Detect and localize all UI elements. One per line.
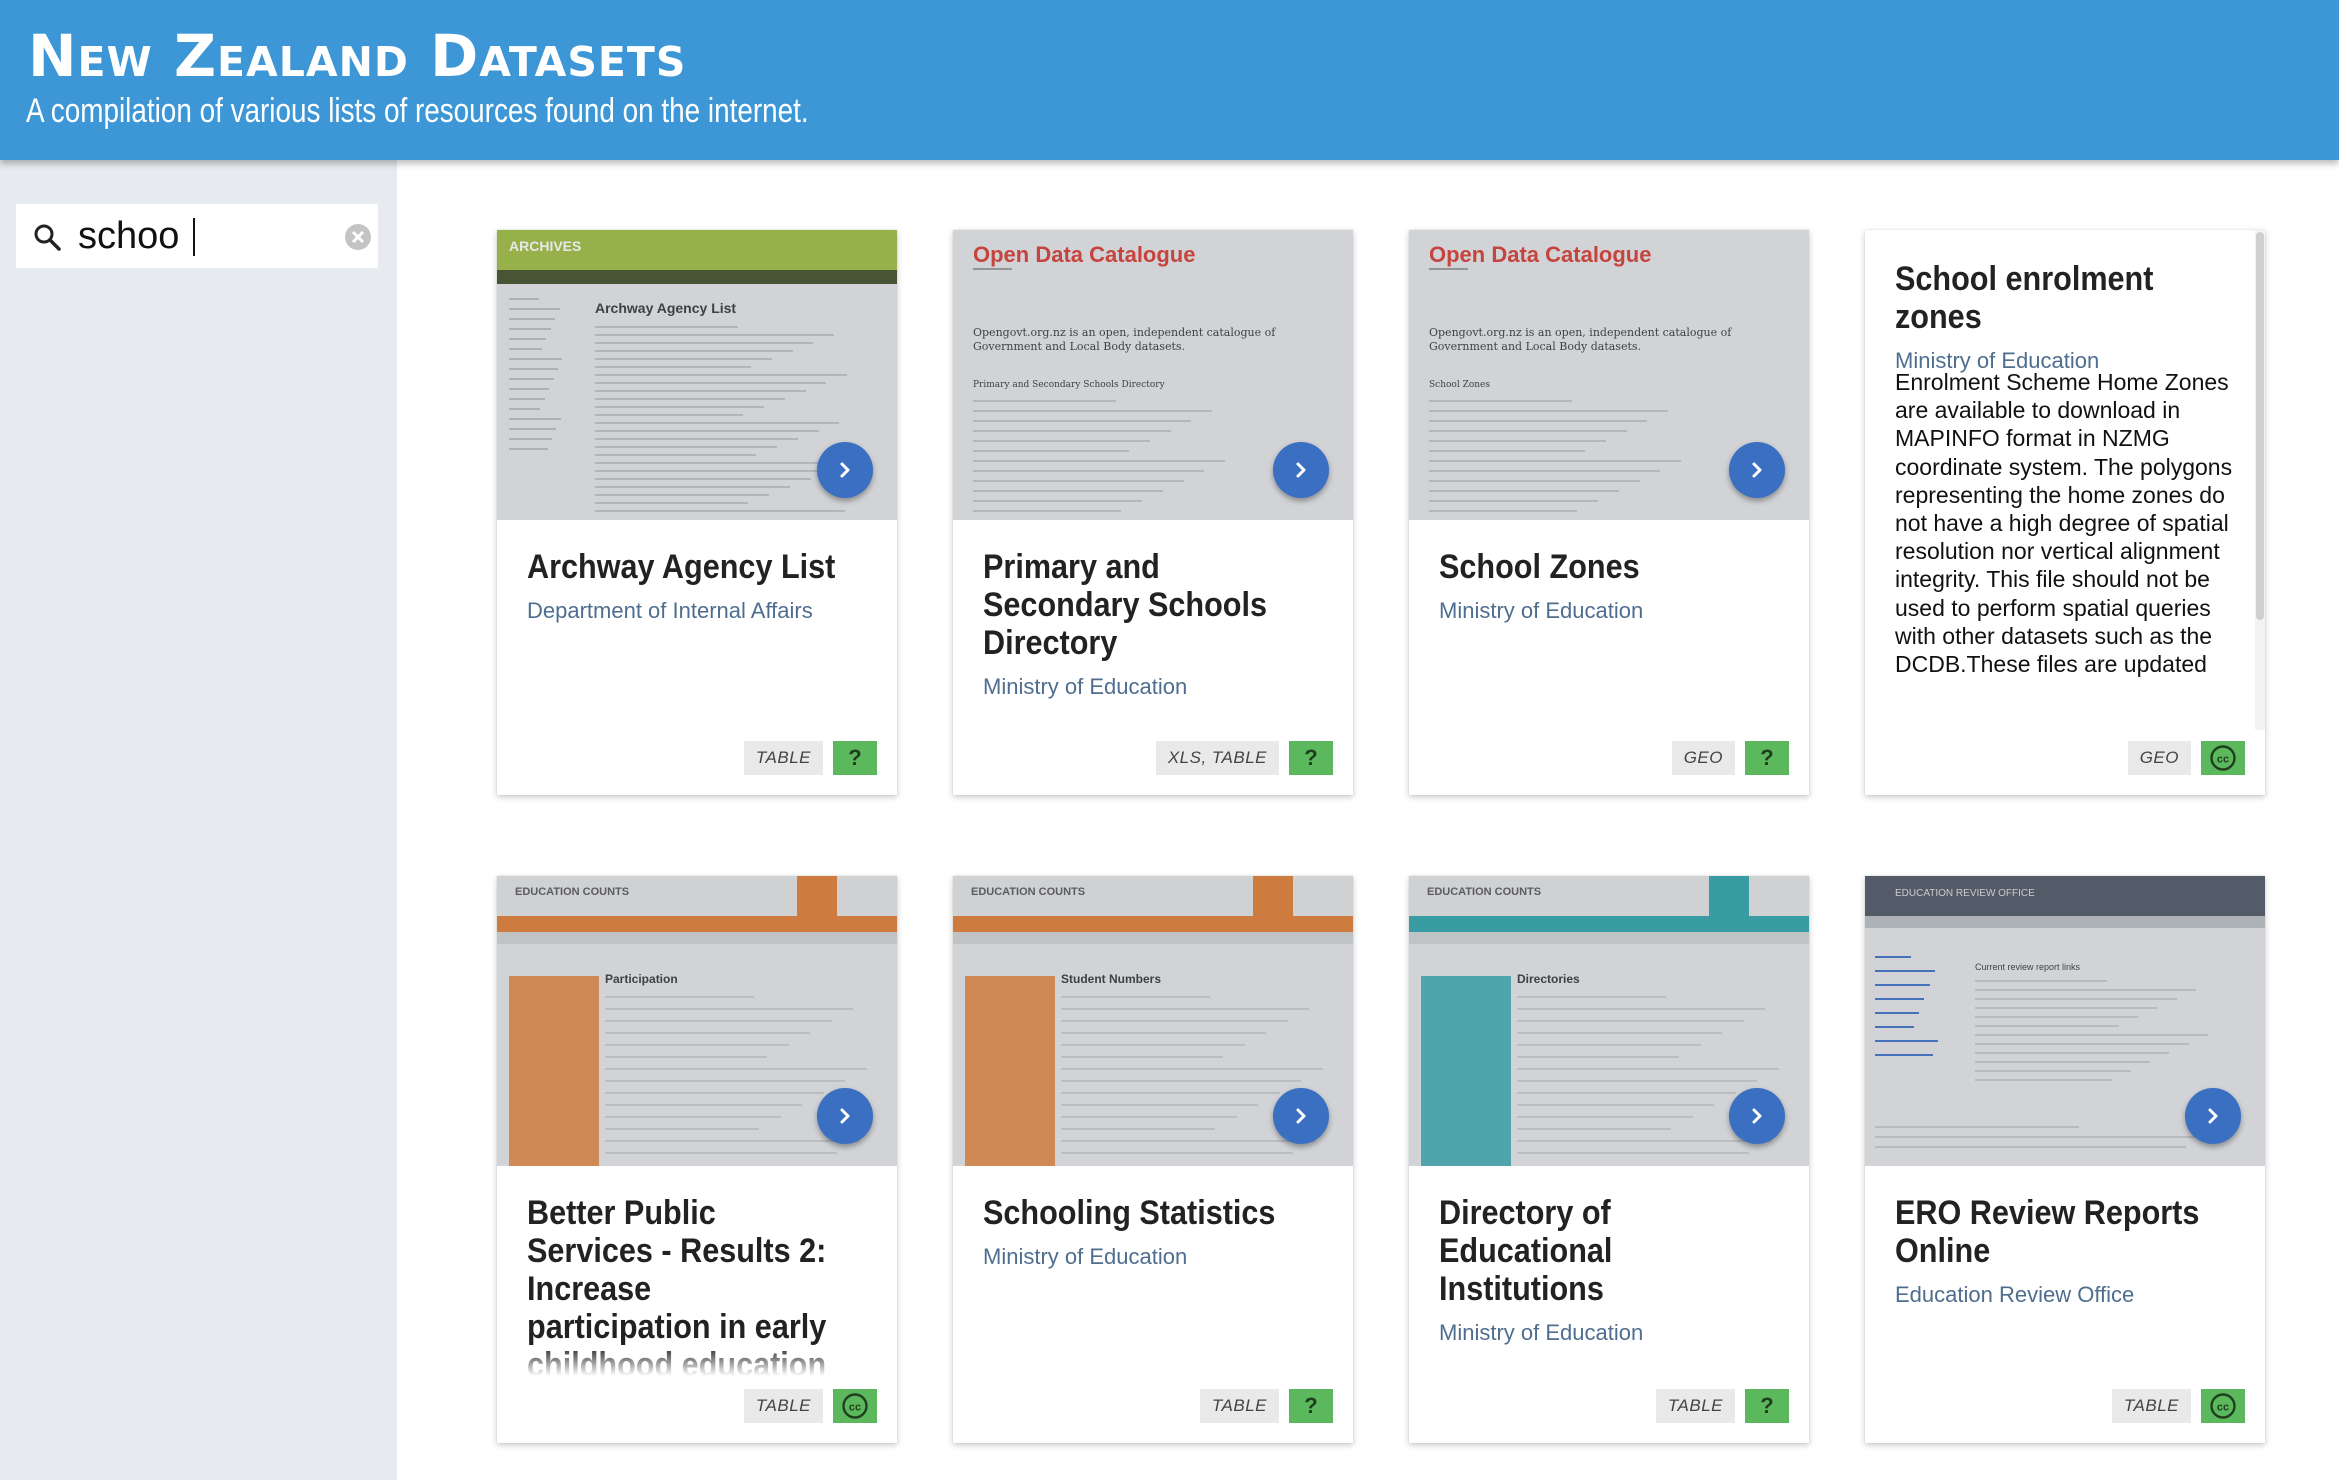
clear-search-icon[interactable] [344,223,372,251]
dataset-tags: GEO cc [2127,741,2245,775]
svg-text:cc: cc [2217,1402,2229,1414]
chevron-right-icon [1752,462,1762,478]
dataset-grid: ARCHIVES Archway Agency List Archway Age… [397,160,2339,1480]
dataset-tags: XLS, TABLE? [1155,741,1333,775]
search-icon [34,224,61,251]
format-badge[interactable]: TABLE [2111,1389,2191,1423]
open-dataset-button[interactable] [1729,442,1785,498]
format-badge[interactable]: TABLE [1655,1389,1735,1423]
dataset-card[interactable]: EDUCATION COUNTS Participation Better Pu… [497,876,897,1443]
format-badge[interactable]: TABLE [1199,1389,1279,1423]
dataset-title[interactable]: School enrolment zones [1895,260,2206,336]
svg-text:cc: cc [849,1402,861,1414]
search-input[interactable] [78,212,328,260]
open-dataset-button[interactable] [1273,442,1329,498]
format-badge[interactable]: XLS, TABLE [1155,741,1279,775]
dataset-source: Ministry of Education [983,1244,1188,1269]
dataset-card[interactable]: EDUCATION COUNTS Student Numbers Schooli… [953,876,1353,1443]
format-badge[interactable]: GEO [2127,741,2191,775]
chevron-right-icon [1752,1108,1762,1124]
dataset-tags: TABLE cc [743,1389,877,1423]
open-dataset-button[interactable] [1729,1088,1785,1144]
dataset-card[interactable]: Open Data Catalogue Opengovt.org.nz is a… [953,230,1353,795]
question-icon: ? [1760,745,1774,770]
chevron-right-icon [840,462,850,478]
creative-commons-icon: cc [2210,1393,2236,1419]
question-icon: ? [1304,1393,1318,1418]
chevron-right-icon [2208,1108,2218,1124]
dataset-title[interactable]: Archway Agency List [527,548,838,586]
license-badge[interactable]: cc [2201,741,2245,775]
open-dataset-button[interactable] [817,442,873,498]
format-badge[interactable]: TABLE [743,741,823,775]
dataset-card[interactable]: EDUCATION REVIEW OFFICE Current review r… [1865,876,2265,1443]
dataset-card[interactable]: ARCHIVES Archway Agency List Archway Age… [497,230,897,795]
question-icon: ? [848,745,862,770]
dataset-tags: TABLE cc [2111,1389,2245,1423]
chevron-right-icon [840,1108,850,1124]
question-icon: ? [1760,1393,1774,1418]
dataset-source: Education Review Office [1895,1282,2135,1307]
question-icon: ? [1304,745,1318,770]
format-badge[interactable]: GEO [1671,741,1735,775]
text-fade [497,1346,897,1376]
dataset-card[interactable]: EDUCATION COUNTS Directories Directory o… [1409,876,1809,1443]
license-badge[interactable]: ? [1745,1389,1789,1423]
dataset-title[interactable]: Primary and Secondary Schools Directory [983,548,1294,662]
dataset-card[interactable]: Open Data Catalogue Opengovt.org.nz is a… [1409,230,1809,795]
text-caret [193,218,195,256]
search-box[interactable] [16,204,378,268]
site-header: New Zealand Datasets A compilation of va… [0,0,2339,160]
dataset-source: Department of Internal Affairs [527,598,813,623]
chevron-right-icon [1296,1108,1306,1124]
dataset-title[interactable]: ERO Review Reports Online [1895,1194,2206,1270]
license-badge[interactable]: ? [1289,741,1333,775]
open-dataset-button[interactable] [2185,1088,2241,1144]
description-scrollbar[interactable] [2255,230,2265,730]
dataset-card[interactable]: School enrolment zones Ministry of Educat… [1865,230,2265,795]
creative-commons-icon: cc [842,1393,868,1419]
format-badge[interactable]: TABLE [743,1389,823,1423]
dataset-title[interactable]: Schooling Statistics [983,1194,1294,1232]
dataset-tags: GEO? [1671,741,1789,775]
creative-commons-icon: cc [2210,745,2236,771]
dataset-description: Enrolment Scheme Home Zones are availabl… [1895,369,2233,678]
license-badge[interactable]: ? [833,741,877,775]
chevron-right-icon [1296,462,1306,478]
dataset-tags: TABLE? [743,741,877,775]
open-dataset-button[interactable] [817,1088,873,1144]
license-badge[interactable]: ? [1289,1389,1333,1423]
svg-text:cc: cc [2217,754,2229,766]
site-subtitle: A compilation of various lists of resour… [26,92,809,130]
sidebar [0,160,397,1480]
dataset-source: Ministry of Education [1439,1320,1644,1345]
dataset-title[interactable]: Directory of Educational Institutions [1439,1194,1750,1308]
site-title: New Zealand Datasets [28,22,687,90]
license-badge[interactable]: ? [1745,741,1789,775]
dataset-title[interactable]: School Zones [1439,548,1750,586]
dataset-source: Ministry of Education [1439,598,1644,623]
dataset-source: Ministry of Education [983,674,1188,699]
dataset-tags: TABLE? [1199,1389,1333,1423]
scrollbar-thumb[interactable] [2256,232,2264,620]
license-badge[interactable]: cc [833,1389,877,1423]
license-badge[interactable]: cc [2201,1389,2245,1423]
dataset-tags: TABLE? [1655,1389,1789,1423]
open-dataset-button[interactable] [1273,1088,1329,1144]
